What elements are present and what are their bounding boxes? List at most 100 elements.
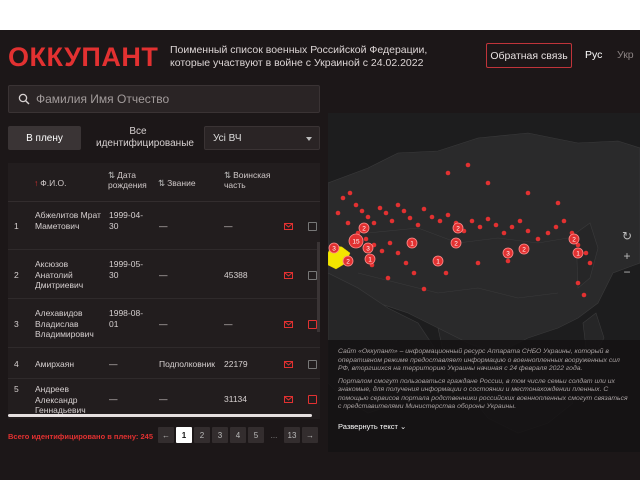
- table-vertical-scrollbar[interactable]: [317, 242, 320, 332]
- map-dot[interactable]: [377, 205, 383, 211]
- map-dot[interactable]: [583, 250, 589, 256]
- logo[interactable]: ОККУПАНТ: [8, 42, 158, 73]
- map-dot[interactable]: [403, 260, 409, 266]
- map-dot[interactable]: [345, 220, 351, 226]
- page-13-button[interactable]: 13: [284, 427, 300, 443]
- map-dot[interactable]: [395, 202, 401, 208]
- map-dot[interactable]: [443, 270, 449, 276]
- map-dot[interactable]: [485, 180, 491, 186]
- map-dot[interactable]: [395, 250, 401, 256]
- search-box[interactable]: [8, 85, 320, 113]
- map-cluster[interactable]: 15: [348, 233, 364, 249]
- map-dot[interactable]: [371, 220, 377, 226]
- mail-icon[interactable]: [284, 223, 293, 230]
- map-dot[interactable]: [429, 214, 435, 220]
- map-dot[interactable]: [383, 210, 389, 216]
- map-dot[interactable]: [555, 200, 561, 206]
- map-dot[interactable]: [389, 218, 395, 224]
- search-input[interactable]: [36, 92, 306, 106]
- page-2-button[interactable]: 2: [194, 427, 210, 443]
- row-checkbox[interactable]: [308, 360, 317, 369]
- expand-text-link[interactable]: Развернуть текст ⌄: [338, 422, 406, 431]
- map-cluster[interactable]: 3: [328, 242, 340, 254]
- map-dot[interactable]: [365, 214, 371, 220]
- table-row[interactable]: 1 Абжелитов Мрат Маметович 1999-04-30 — …: [8, 202, 320, 250]
- unit-select[interactable]: Усі ВЧ: [204, 126, 320, 150]
- map-cluster[interactable]: 1: [572, 247, 584, 259]
- table-row[interactable]: 3 Алехавидов Владислав Владимирович 1998…: [8, 300, 320, 348]
- map-dot[interactable]: [407, 215, 413, 221]
- col-name-header[interactable]: ↑ Ф.И.О.: [34, 178, 67, 188]
- table-row[interactable]: 2 Аксюзов Анатолий Дмитриевич 1999-05-30…: [8, 251, 320, 299]
- zoom-out-button[interactable]: −: [620, 265, 634, 279]
- table-horizontal-scrollbar[interactable]: [8, 414, 312, 417]
- map-dot[interactable]: [387, 240, 393, 246]
- map-dot[interactable]: [501, 230, 507, 236]
- mail-icon[interactable]: [284, 396, 293, 403]
- col-unit-header[interactable]: ⇅ Воинская часть: [224, 170, 276, 190]
- map-cluster[interactable]: 1: [432, 255, 444, 267]
- map-dot[interactable]: [493, 222, 499, 228]
- map-dot[interactable]: [587, 260, 593, 266]
- page-1-button[interactable]: 1: [176, 427, 192, 443]
- map-dot[interactable]: [517, 218, 523, 224]
- mail-icon[interactable]: [284, 361, 293, 368]
- refresh-icon[interactable]: ↻: [620, 229, 634, 243]
- map-dot[interactable]: [445, 170, 451, 176]
- map-cluster[interactable]: 3: [362, 242, 374, 254]
- map-dot[interactable]: [347, 190, 353, 196]
- row-checkbox[interactable]: [308, 320, 317, 329]
- map-dot[interactable]: [335, 210, 341, 216]
- map-dot[interactable]: [363, 236, 369, 242]
- row-checkbox[interactable]: [308, 395, 317, 404]
- map-cluster[interactable]: 3: [502, 247, 514, 259]
- map-cluster[interactable]: 1: [364, 253, 376, 265]
- map-dot[interactable]: [359, 208, 365, 214]
- map-cluster[interactable]: 2: [342, 255, 354, 267]
- map-dot[interactable]: [477, 224, 483, 230]
- lang-ru-link[interactable]: Рус: [585, 49, 602, 61]
- map-dot[interactable]: [553, 224, 559, 230]
- col-rank-header[interactable]: ⇅ Звание: [158, 178, 196, 188]
- map-dot[interactable]: [561, 218, 567, 224]
- map-dot[interactable]: [340, 195, 346, 201]
- mail-icon[interactable]: [284, 321, 293, 328]
- map-cluster[interactable]: 2: [518, 243, 530, 255]
- map-dot[interactable]: [401, 208, 407, 214]
- map-cluster[interactable]: 1: [406, 237, 418, 249]
- map-cluster[interactable]: 2: [450, 237, 462, 249]
- table-row[interactable]: 4 Амирхаян — Подполковник 22179: [8, 349, 320, 379]
- map-cluster[interactable]: 2: [358, 222, 370, 234]
- map-dot[interactable]: [445, 212, 451, 218]
- page-3-button[interactable]: 3: [212, 427, 228, 443]
- row-checkbox[interactable]: [308, 222, 317, 231]
- map-cluster[interactable]: 2: [568, 233, 580, 245]
- map-dot[interactable]: [485, 216, 491, 222]
- map-dot[interactable]: [525, 228, 531, 234]
- lang-uk-link[interactable]: Укр: [617, 49, 634, 61]
- tab-all-identified[interactable]: Все идентифицированые: [88, 126, 194, 150]
- map-dot[interactable]: [475, 260, 481, 266]
- map-dot[interactable]: [545, 230, 551, 236]
- zoom-in-button[interactable]: +: [620, 249, 634, 263]
- prev-page-button[interactable]: ←: [158, 427, 174, 443]
- map-dot[interactable]: [465, 162, 471, 168]
- map-dot[interactable]: [353, 202, 359, 208]
- next-page-button[interactable]: →: [302, 427, 318, 443]
- col-dob-header[interactable]: ⇅ Дата рождения: [108, 170, 150, 190]
- map-dot[interactable]: [469, 218, 475, 224]
- map-dot[interactable]: [437, 218, 443, 224]
- row-checkbox[interactable]: [308, 271, 317, 280]
- feedback-button[interactable]: Обратная связь: [486, 43, 572, 68]
- page-4-button[interactable]: 4: [230, 427, 246, 443]
- map-dot[interactable]: [379, 248, 385, 254]
- tab-captive[interactable]: В плену: [8, 126, 81, 150]
- map-dot[interactable]: [505, 258, 511, 264]
- map-dot[interactable]: [411, 270, 417, 276]
- map-dot[interactable]: [385, 275, 391, 281]
- map-cluster[interactable]: 2: [452, 222, 464, 234]
- map-dot[interactable]: [535, 236, 541, 242]
- map-dot[interactable]: [581, 292, 587, 298]
- map-dot[interactable]: [421, 206, 427, 212]
- map-dot[interactable]: [421, 286, 427, 292]
